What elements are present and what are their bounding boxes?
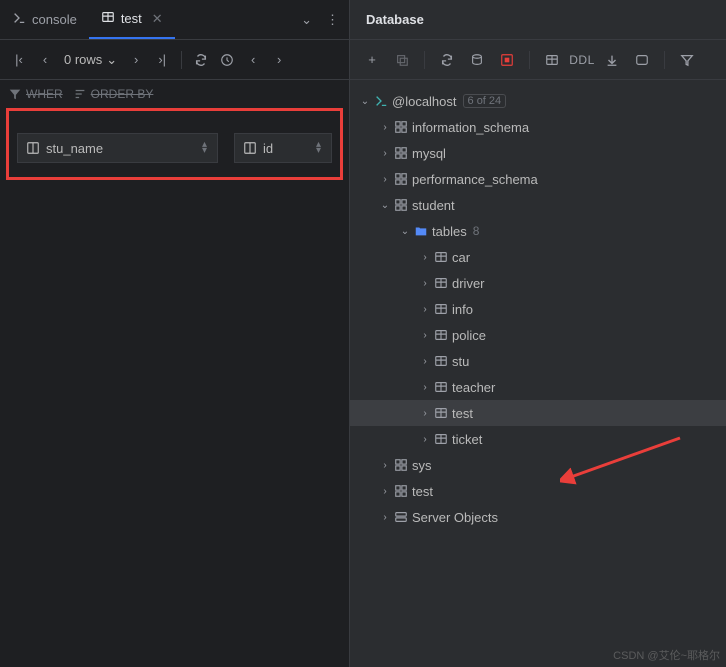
chevron-right-icon: › xyxy=(378,486,392,497)
database-tree: ⌄ @localhost 6 of 24 › information_schem… xyxy=(350,80,726,538)
table-icon xyxy=(432,432,450,446)
tree-item-ticket[interactable]: ›ticket xyxy=(350,426,726,452)
chevron-right-icon: › xyxy=(418,382,432,393)
chevron-right-icon: › xyxy=(418,330,432,341)
chevron-down-icon: ⌄ xyxy=(378,200,392,211)
tree-item-information-schema[interactable]: › information_schema xyxy=(350,114,726,140)
tab-console-label: console xyxy=(32,12,77,27)
table-icon xyxy=(432,328,450,342)
watermark: CSDN @艾伦~耶格尔 xyxy=(613,647,720,663)
datasource-icon xyxy=(372,94,390,108)
tree-item-info[interactable]: ›info xyxy=(350,296,726,322)
chevron-right-icon: › xyxy=(378,148,392,159)
chevron-down-icon[interactable]: ⌄ xyxy=(301,12,312,28)
tree-item-teacher[interactable]: ›teacher xyxy=(350,374,726,400)
chevron-down-icon: ⌄ xyxy=(358,96,372,107)
table-icon xyxy=(432,250,450,264)
tree-root[interactable]: ⌄ @localhost 6 of 24 xyxy=(350,88,726,114)
jump-to-icon[interactable] xyxy=(600,49,624,71)
console-icon xyxy=(12,11,26,28)
schema-icon xyxy=(392,458,410,472)
tab-test[interactable]: test ✕ xyxy=(89,0,175,39)
folder-icon xyxy=(412,224,430,238)
tree-item-test[interactable]: ›test xyxy=(350,400,726,426)
tree-item-stu[interactable]: ›stu xyxy=(350,348,726,374)
server-icon xyxy=(392,510,410,524)
chevron-right-icon: › xyxy=(418,278,432,289)
stop-icon[interactable] xyxy=(495,49,519,71)
row-count[interactable]: 0 rows ⌄ xyxy=(60,52,121,68)
table-icon xyxy=(432,380,450,394)
schema-icon xyxy=(392,120,410,134)
first-page-button[interactable]: |‹ xyxy=(8,49,30,71)
tree-item-tables[interactable]: ⌄ tables 8 xyxy=(350,218,726,244)
sort-icon: ▴▾ xyxy=(202,142,207,154)
schema-icon xyxy=(392,484,410,498)
filter-icon[interactable] xyxy=(675,49,699,71)
table-icon xyxy=(432,354,450,368)
chevron-right-icon: › xyxy=(378,512,392,523)
tree-item-driver[interactable]: ›driver xyxy=(350,270,726,296)
chevron-right-icon: › xyxy=(378,174,392,185)
chevron-right-icon: › xyxy=(418,252,432,263)
add-icon[interactable]: + xyxy=(360,49,384,71)
schema-icon xyxy=(392,172,410,186)
chevron-right-icon: › xyxy=(418,434,432,445)
filter-row: WHER ORDER BY xyxy=(0,80,349,108)
tab-test-label: test xyxy=(121,11,142,26)
chevron-right-icon: › xyxy=(418,356,432,367)
table-icon xyxy=(432,302,450,316)
tree-item-mysql[interactable]: › mysql xyxy=(350,140,726,166)
chevron-right-icon: › xyxy=(378,460,392,471)
tree-item-test-db[interactable]: › test xyxy=(350,478,726,504)
where-filter[interactable]: WHER xyxy=(8,87,63,101)
chevron-down-icon: ⌄ xyxy=(106,52,117,68)
more-icon[interactable]: ⋮ xyxy=(326,12,339,28)
tree-item-police[interactable]: ›police xyxy=(350,322,726,348)
tree-item-performance-schema[interactable]: › performance_schema xyxy=(350,166,726,192)
duplicate-icon[interactable] xyxy=(390,49,414,71)
database-toolbar: + DDL xyxy=(350,40,726,80)
data-toolbar: |‹ ‹ 0 rows ⌄ › ›| ‹ › xyxy=(0,40,349,80)
database-panel-title: Database xyxy=(350,0,726,40)
table-view-icon[interactable] xyxy=(540,49,564,71)
ddl-button[interactable]: DDL xyxy=(570,49,594,71)
next-page-button[interactable]: › xyxy=(125,49,147,71)
refresh-icon[interactable] xyxy=(190,49,212,71)
table-icon xyxy=(432,406,450,420)
tree-item-student[interactable]: ⌄ student xyxy=(350,192,726,218)
column-header-id[interactable]: id ▴▾ xyxy=(234,133,332,163)
datasource-refresh-icon[interactable] xyxy=(465,49,489,71)
chevron-right-icon: › xyxy=(418,408,432,419)
nav-back-icon[interactable]: ‹ xyxy=(242,49,264,71)
tab-console[interactable]: console xyxy=(0,0,89,39)
orderby-filter[interactable]: ORDER BY xyxy=(73,87,154,101)
auto-refresh-icon[interactable] xyxy=(216,49,238,71)
table-icon xyxy=(101,10,115,27)
table-icon xyxy=(432,276,450,290)
prev-page-button[interactable]: ‹ xyxy=(34,49,56,71)
close-icon[interactable]: ✕ xyxy=(152,11,163,27)
schema-icon xyxy=(392,198,410,212)
refresh-icon[interactable] xyxy=(435,49,459,71)
column-headers-highlight: stu_name ▴▾ id ▴▾ xyxy=(6,108,343,180)
schema-icon xyxy=(392,146,410,160)
chevron-right-icon: › xyxy=(378,122,392,133)
tree-item-car[interactable]: ›car xyxy=(350,244,726,270)
last-page-button[interactable]: ›| xyxy=(151,49,173,71)
editor-tabs: console test ✕ ⌄ ⋮ xyxy=(0,0,349,40)
tree-item-server-objects[interactable]: › Server Objects xyxy=(350,504,726,530)
column-header-stu-name[interactable]: stu_name ▴▾ xyxy=(17,133,218,163)
chevron-right-icon: › xyxy=(418,304,432,315)
view-icon[interactable] xyxy=(630,49,654,71)
nav-forward-icon[interactable]: › xyxy=(268,49,290,71)
chevron-down-icon: ⌄ xyxy=(398,226,412,237)
tree-item-sys[interactable]: › sys xyxy=(350,452,726,478)
sort-icon: ▴▾ xyxy=(316,142,321,154)
